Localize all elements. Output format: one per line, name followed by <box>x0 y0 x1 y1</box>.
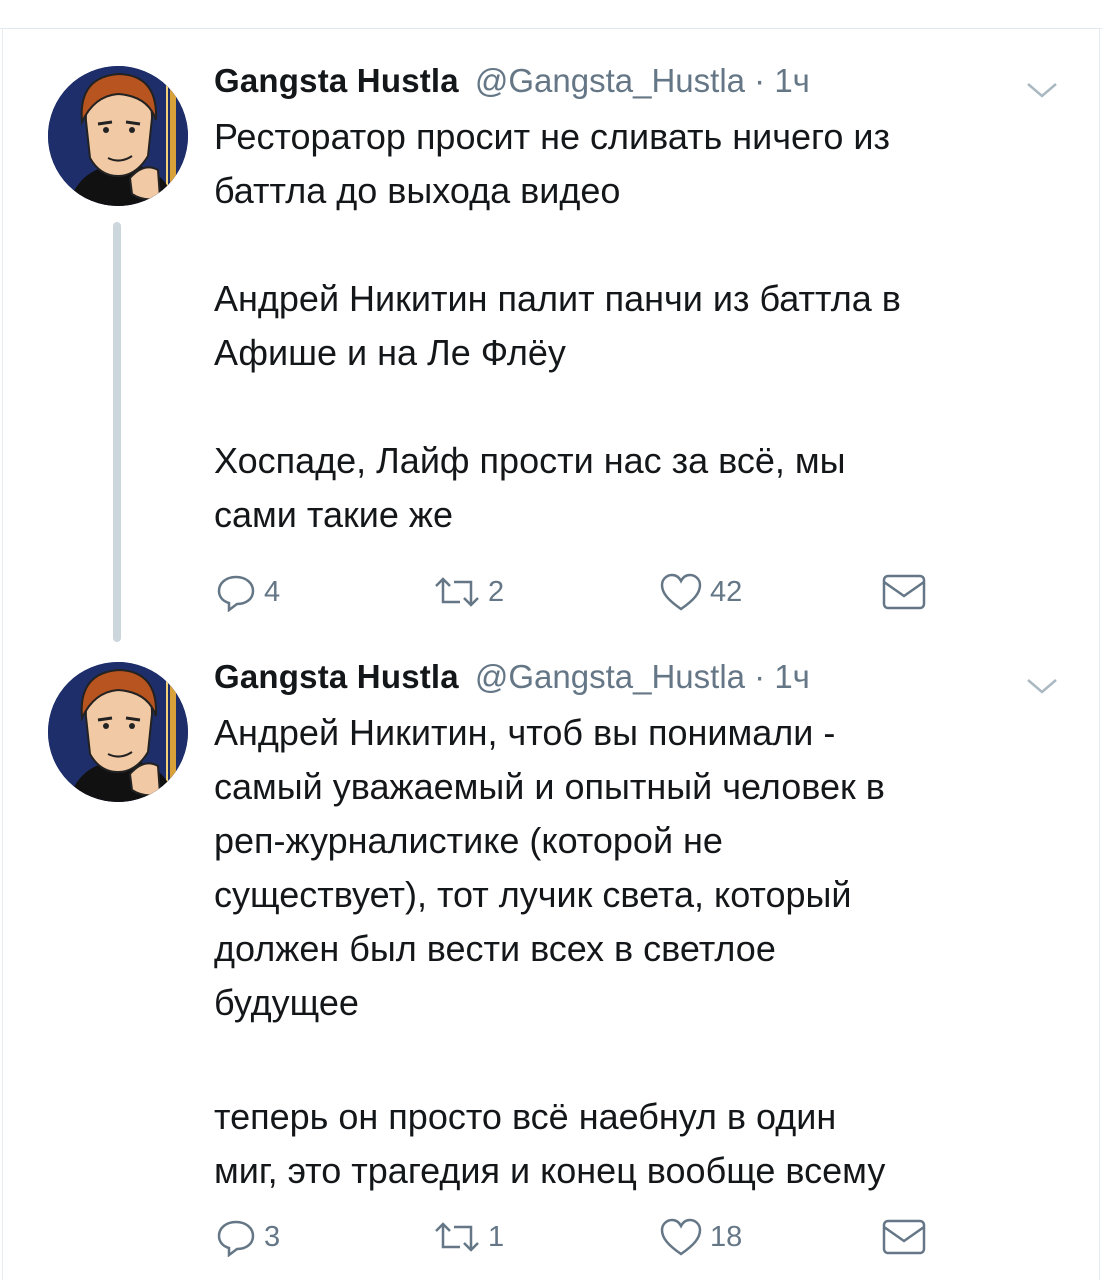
tweet-actions: 4 2 42 <box>214 570 954 614</box>
reply-icon <box>217 575 255 612</box>
text-line: Хоспаде, Лайф прости нас за всё, мы <box>214 440 846 481</box>
text-line: теперь он просто всё наебнул в один <box>214 1096 837 1137</box>
text-line: существует), тот лучик света, который <box>214 874 852 915</box>
direct-message-icon <box>882 1219 926 1255</box>
direct-message-button[interactable] <box>880 1215 928 1259</box>
timeline-top-border <box>0 28 1102 29</box>
tweet-header: Gangsta Hustla @Gangsta_Hustla · 1ч <box>214 62 810 102</box>
like-button[interactable]: 18 <box>658 1215 742 1259</box>
text-line: миг, это трагедия и конец вообще всему <box>214 1150 886 1191</box>
tweet-text: Ресторатор просит не сливать ничего из б… <box>214 110 1074 542</box>
tweet-text: Андрей Никитин, чтоб вы понимали - самый… <box>214 706 1074 1198</box>
author-name[interactable]: Gangsta Hustla <box>214 62 459 100</box>
like-button[interactable]: 42 <box>658 570 742 614</box>
retweet-count: 2 <box>488 575 505 608</box>
author-name[interactable]: Gangsta Hustla <box>214 658 459 696</box>
text-line: должен был вести всех в светлое <box>214 928 776 969</box>
tweet-header: Gangsta Hustla @Gangsta_Hustla · 1ч <box>214 658 810 698</box>
like-icon <box>660 573 702 611</box>
text-line: реп-журналистике (которой не <box>214 820 723 861</box>
like-count: 18 <box>710 1220 743 1253</box>
reply-button[interactable]: 4 <box>214 570 280 614</box>
text-line: Афише и на Ле Флёу <box>214 332 566 373</box>
avatar-image <box>48 66 188 206</box>
text-line: сами такие же <box>214 494 453 535</box>
retweet-icon <box>435 577 479 607</box>
like-count: 42 <box>710 575 743 608</box>
reply-button[interactable]: 3 <box>214 1215 280 1259</box>
author-handle-time[interactable]: @Gangsta_Hustla · 1ч <box>475 62 810 100</box>
direct-message-button[interactable] <box>880 570 928 614</box>
text-line: Андрей Никитин, чтоб вы понимали - <box>214 712 836 753</box>
retweet-button[interactable]: 1 <box>432 1215 504 1259</box>
text-line: Ресторатор просит не сливать ничего из <box>214 116 891 157</box>
direct-message-icon <box>882 574 926 610</box>
text-line: будущее <box>214 982 359 1023</box>
author-handle-time[interactable]: @Gangsta_Hustla · 1ч <box>475 658 810 696</box>
text-line: самый уважаемый и опытный человек в <box>214 766 885 807</box>
chevron-down-icon[interactable] <box>1024 674 1060 698</box>
like-icon <box>660 1218 702 1256</box>
reply-icon <box>217 1220 255 1257</box>
thread-connector-line <box>113 222 121 642</box>
reply-count: 3 <box>264 1220 281 1253</box>
retweet-button[interactable]: 2 <box>432 570 504 614</box>
text-line: баттла до выхода видео <box>214 170 621 211</box>
text-line: Андрей Никитин палит панчи из баттла в <box>214 278 901 319</box>
avatar[interactable] <box>48 66 188 206</box>
timeline-left-border <box>2 28 3 1280</box>
retweet-count: 1 <box>488 1220 505 1253</box>
tweet-actions: 3 1 18 <box>214 1215 954 1259</box>
timeline-right-border <box>1099 28 1100 1280</box>
avatar-image <box>48 662 188 802</box>
reply-count: 4 <box>264 575 281 608</box>
retweet-icon <box>435 1222 479 1252</box>
chevron-down-icon[interactable] <box>1024 78 1060 102</box>
avatar[interactable] <box>48 662 188 802</box>
